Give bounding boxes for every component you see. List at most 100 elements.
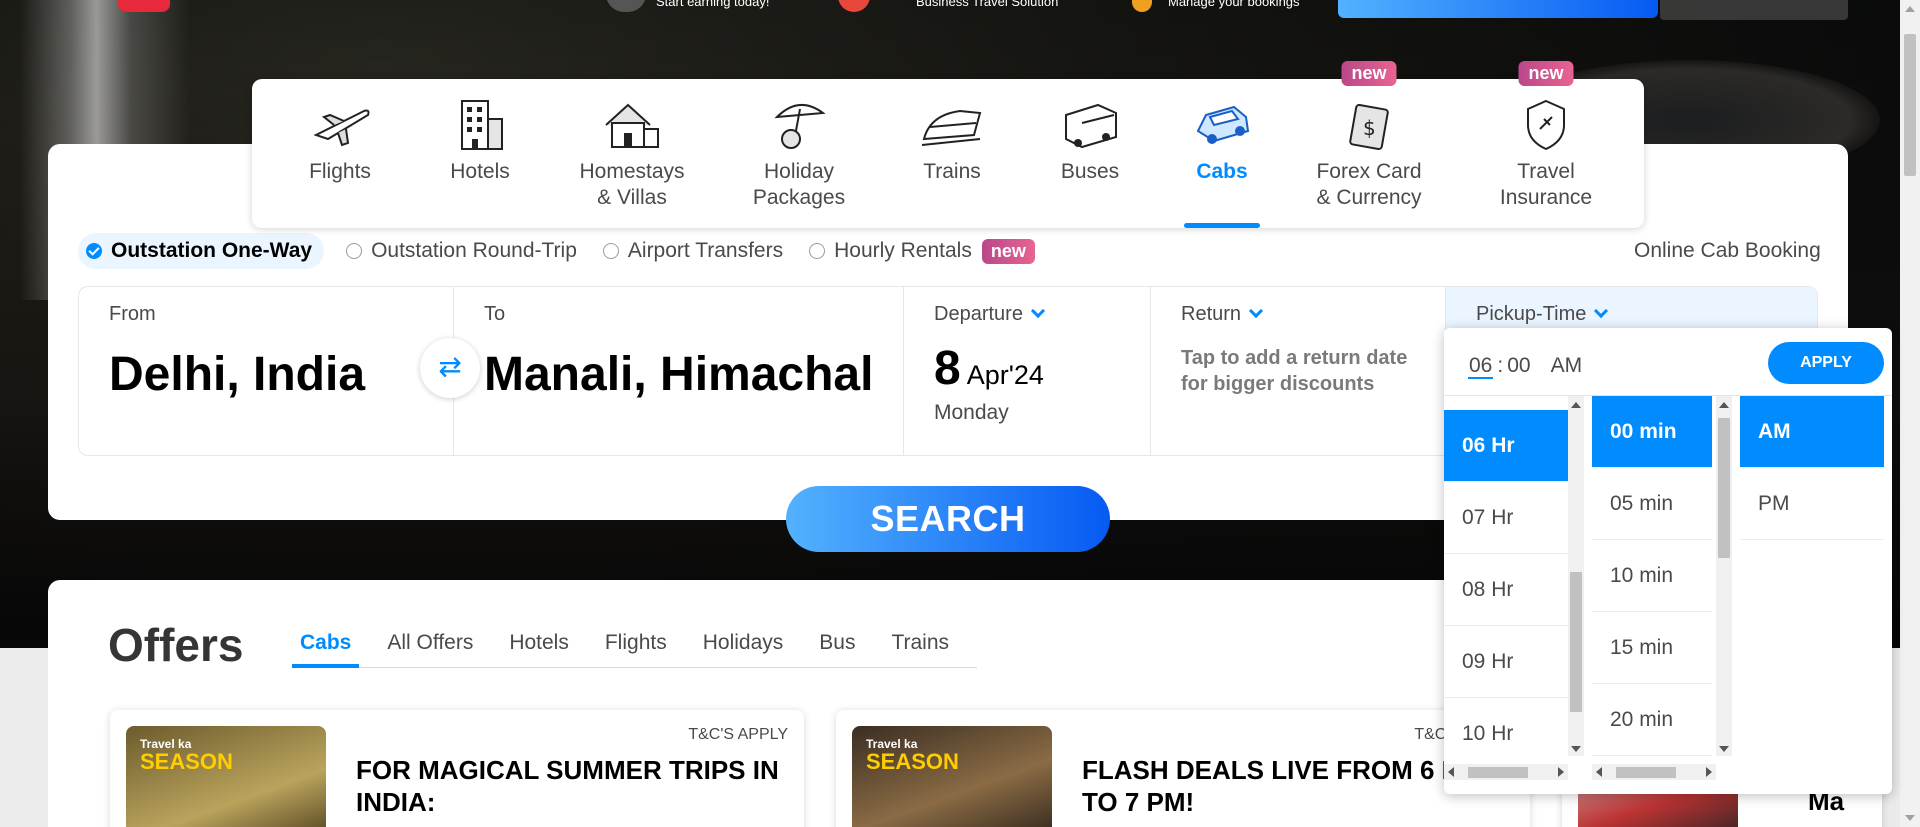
nav-item-buses[interactable]: Buses [1050,79,1130,228]
trip-type-hourly-rentals[interactable]: Hourly Rentals [809,239,972,263]
minute-option[interactable]: 10 min [1592,540,1712,612]
nav-label: Forex Card & Currency [1316,160,1422,209]
scroll-thumb[interactable] [1616,767,1676,778]
earn-promo[interactable]: Start earning today! [606,0,769,12]
return-field[interactable]: Return Tap to add a return date for bigg… [1151,287,1446,455]
swap-locations-button[interactable]: ⇄ [420,338,480,398]
departure-field[interactable]: Departure 8 Apr'24 Monday [904,287,1151,455]
trip-type-outstation-round-trip[interactable]: Outstation Round-Trip [346,239,577,263]
offers-title: Offers [108,619,244,671]
nav-item-trains[interactable]: Trains [912,79,992,228]
offer-card[interactable]: Travel ka SEASON T&C'S APPLY FOR MAGICAL … [110,710,804,827]
homestay-icon [605,103,659,148]
nav-item-travel-insurance[interactable]: new Travel Insurance [1496,61,1596,228]
departure-date: 8 Apr'24 [934,341,1044,396]
time-picker-header: 06:00 AM APPLY [1444,328,1892,396]
radio-icon [602,243,619,259]
earn-text: Start earning today! [656,0,770,9]
my-trips[interactable]: Manage your bookings [1132,0,1300,12]
nav-label: Trains [923,160,981,183]
hour-hscrollbar[interactable] [1444,764,1568,780]
from-label: From [109,303,156,325]
nav-item-holiday-packages[interactable]: Holiday Packages [744,79,854,228]
trip-type-label: Outstation One-Way [111,239,313,262]
login-button[interactable] [1338,0,1658,18]
offer-tab-cabs[interactable]: Cabs [292,630,360,668]
scroll-thumb[interactable] [1904,34,1916,176]
nav-item-homestays[interactable]: Homestays & Villas [572,79,692,228]
nav-item-forex[interactable]: new $ Forex Card & Currency [1314,61,1424,228]
departure-month: Apr'24 [966,360,1044,390]
period-option[interactable]: AM [1740,396,1884,468]
offer-tab-holidays[interactable]: Holidays [695,630,792,668]
minute-option[interactable]: 00 min [1592,396,1712,468]
scroll-thumb[interactable] [1718,418,1730,558]
offer-tab-hotels[interactable]: Hotels [501,630,577,668]
offer-brand-logo: Travel ka SEASON [140,738,233,773]
selected-hour[interactable]: 06 [1468,354,1494,379]
hour-scrollbar[interactable] [1568,396,1584,756]
cab-icon [1196,105,1250,144]
page-scrollbar[interactable] [1900,0,1920,827]
hour-option[interactable]: 08 Hr [1444,554,1568,626]
departure-day: 8 [934,342,961,395]
radio-icon [346,243,363,259]
minute-list: 00 min 05 min 10 min 15 min 20 min [1592,396,1712,794]
offer-tab-all-offers[interactable]: All Offers [379,630,481,668]
new-badge: new [981,238,1035,264]
radio-checked-icon [86,243,102,259]
departure-label-text: Departure [934,303,1023,325]
selected-period[interactable]: AM [1551,354,1583,377]
plane-icon [313,109,370,147]
nav-label: Buses [1060,160,1120,183]
trip-type-label: Airport Transfers [627,239,784,262]
hour-option[interactable]: 07 Hr [1444,482,1568,554]
selected-minute[interactable]: 00 [1507,354,1530,377]
scroll-thumb[interactable] [1570,572,1582,712]
scroll-left-icon[interactable] [1596,767,1602,777]
scroll-down-icon[interactable] [1719,746,1729,752]
nav-label: Travel Insurance [1499,160,1593,209]
offer-tab-trains[interactable]: Trains [883,630,957,668]
scroll-right-icon[interactable] [1706,767,1712,777]
offer-terms: T&C'S APPLY [688,726,788,743]
briefcase-icon [838,0,870,12]
offer-tab-bus[interactable]: Bus [811,630,863,668]
trip-type-outstation-one-way[interactable]: Outstation One-Way [78,233,325,269]
avatar-icon [606,0,646,12]
hour-option[interactable]: 06 Hr [1444,410,1568,482]
scroll-up-icon[interactable] [1905,6,1915,12]
train-icon [921,109,982,146]
nav-item-hotels[interactable]: Hotels [432,79,528,228]
hour-option[interactable]: 09 Hr [1444,626,1568,698]
scroll-thumb[interactable] [1468,767,1528,778]
brand-logo[interactable] [118,0,170,12]
minute-option[interactable]: 05 min [1592,468,1712,540]
nav-item-cabs[interactable]: Cabs [1184,79,1260,228]
minute-option[interactable]: 15 min [1592,612,1712,684]
minute-hscrollbar[interactable] [1592,764,1716,780]
offer-tab-flights[interactable]: Flights [597,630,675,668]
trip-type-airport-transfers[interactable]: Airport Transfers [602,239,784,263]
apply-button[interactable]: APPLY [1768,342,1884,384]
scroll-up-icon[interactable] [1571,402,1581,408]
search-button[interactable]: SEARCH [786,486,1110,552]
scroll-down-icon[interactable] [1905,815,1915,821]
nav-item-flights[interactable]: Flights [296,79,384,228]
new-badge: new [1518,61,1574,86]
scroll-left-icon[interactable] [1448,767,1454,777]
nav-label: Homestays & Villas [579,160,685,209]
minute-scrollbar[interactable] [1716,396,1732,756]
offer-brand-logo: Travel ka SEASON [866,738,959,773]
scroll-down-icon[interactable] [1571,746,1581,752]
from-field[interactable]: From Delhi, India [79,287,454,455]
minute-option[interactable]: 20 min [1592,684,1712,756]
mybiz-promo[interactable]: Business Travel Solution [838,0,1058,12]
country-selector[interactable] [1660,0,1848,20]
offer-card[interactable]: Travel kaSEASON T&C'S APPLY FLASH DEALS … [836,710,1530,827]
scroll-up-icon[interactable] [1719,402,1729,408]
to-field[interactable]: To Manali, Himachal Pradesh [454,287,904,455]
hour-option[interactable]: 10 Hr [1444,698,1568,770]
period-option[interactable]: PM [1740,468,1884,540]
scroll-right-icon[interactable] [1558,767,1564,777]
